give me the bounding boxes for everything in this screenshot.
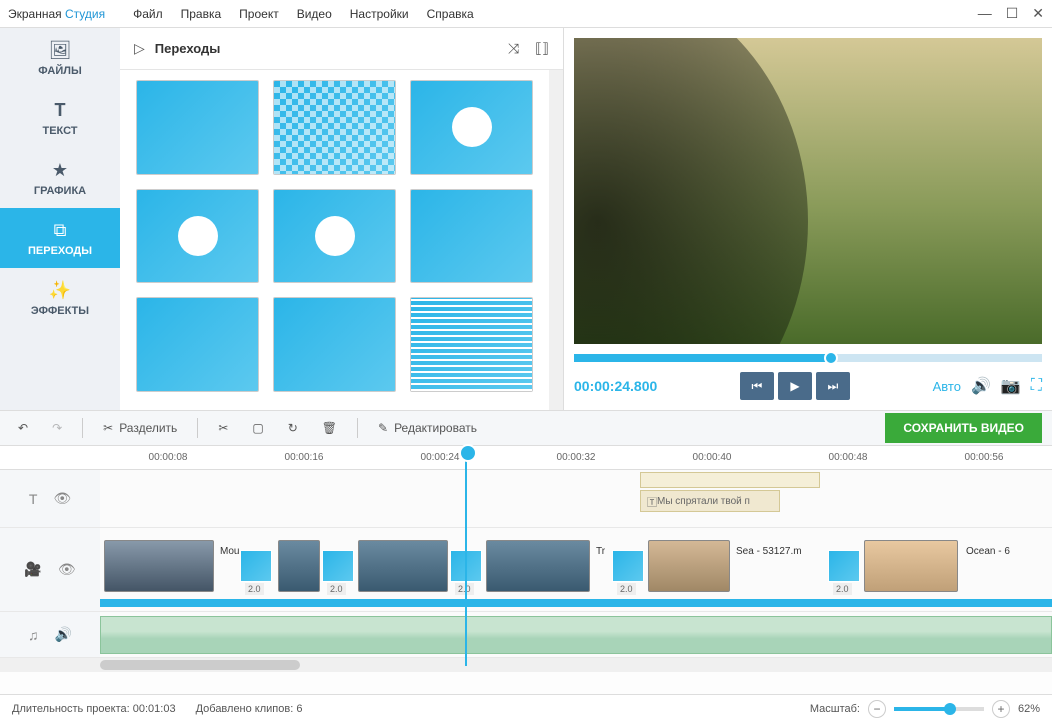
panel-title: Переходы xyxy=(155,41,221,56)
sidebar-item-graphics[interactable]: ★ ГРАФИКА xyxy=(0,148,120,208)
volume-icon[interactable]: 🔊 xyxy=(971,376,991,396)
zoom-value: 62% xyxy=(1018,703,1040,715)
redo-button[interactable]: ↷ xyxy=(44,417,70,439)
playhead[interactable] xyxy=(465,446,467,666)
menu-help[interactable]: Справка xyxy=(427,7,474,21)
transitions-grid xyxy=(120,70,549,410)
zoom-out-button[interactable]: − xyxy=(868,700,886,718)
menubar: Файл Правка Проект Видео Настройки Справ… xyxy=(133,7,474,21)
transition-marker[interactable]: 2.0 xyxy=(240,550,272,582)
visibility-icon[interactable]: 👁 xyxy=(58,561,76,578)
toolbar: ↶ ↷ ✂ Разделить ✂ ▢ ↻ 🗑 ✎ Редактировать … xyxy=(0,410,1052,446)
timeline-ruler[interactable]: 00:00:08 00:00:16 00:00:24 00:00:32 00:0… xyxy=(0,446,1052,470)
menu-file[interactable]: Файл xyxy=(133,7,163,21)
transition-thumb[interactable] xyxy=(273,189,396,284)
preview-video[interactable] xyxy=(574,38,1042,344)
text-track-icon[interactable]: T xyxy=(29,491,38,507)
maximize-button[interactable]: ☐ xyxy=(1006,5,1019,22)
snapshot-icon[interactable]: 📷 xyxy=(1001,376,1021,396)
menu-edit[interactable]: Правка xyxy=(181,7,222,21)
timeline: 00:00:08 00:00:16 00:00:24 00:00:32 00:0… xyxy=(0,446,1052,694)
video-clip[interactable] xyxy=(648,540,730,592)
save-video-button[interactable]: СОХРАНИТЬ ВИДЕО xyxy=(885,413,1042,443)
transitions-panel: ▷ Переходы ⤨ ⟦⟧ xyxy=(120,28,564,410)
preview-timecode: 00:00:24.800 xyxy=(574,378,657,394)
video-clip[interactable] xyxy=(486,540,590,592)
play-button[interactable]: ▶ xyxy=(778,372,812,400)
fullscreen-icon[interactable]: ⛶ xyxy=(1031,377,1042,395)
prev-button[interactable]: ⏮ xyxy=(740,372,774,400)
crop-button[interactable]: ▢ xyxy=(244,417,271,439)
zoom-slider[interactable] xyxy=(894,707,984,711)
transition-thumb[interactable] xyxy=(136,80,259,175)
transitions-icon: ⧉ xyxy=(54,220,67,241)
camera-icon[interactable]: 🎥 xyxy=(24,561,41,578)
sidebar: 🖼 ФАЙЛЫ T ТЕКСТ ★ ГРАФИКА ⧉ ПЕРЕХОДЫ ✨ Э… xyxy=(0,28,120,410)
timeline-scrollbar[interactable] xyxy=(0,658,1052,672)
minimize-button[interactable]: — xyxy=(978,5,992,22)
speaker-icon[interactable]: 🔊 xyxy=(55,626,72,643)
video-clip[interactable] xyxy=(864,540,958,592)
text-clip[interactable]: 🅃 Мы спрятали твой п xyxy=(640,490,780,512)
video-clip[interactable] xyxy=(104,540,214,592)
sparkle-icon: ✨ xyxy=(49,280,71,301)
preview-seekbar[interactable] xyxy=(574,354,1042,362)
clips-count: Добавлено клипов: 6 xyxy=(196,703,303,715)
sidebar-item-transitions[interactable]: ⧉ ПЕРЕХОДЫ xyxy=(0,208,120,268)
menu-video[interactable]: Видео xyxy=(297,7,332,21)
visibility-icon[interactable]: 👁 xyxy=(53,490,71,507)
cut-button[interactable]: ✂ xyxy=(210,417,236,439)
sidebar-item-files[interactable]: 🖼 ФАЙЛЫ xyxy=(0,28,120,88)
app-title: Экранная Студия xyxy=(8,7,105,21)
video-clip[interactable] xyxy=(278,540,320,592)
transition-thumb[interactable] xyxy=(410,297,533,392)
split-button[interactable]: ✂ Разделить xyxy=(95,417,185,439)
apply-all-icon[interactable]: ⟦⟧ xyxy=(535,40,549,57)
transition-marker[interactable]: 2.0 xyxy=(612,550,644,582)
star-icon: ★ xyxy=(52,160,68,181)
video-clip[interactable] xyxy=(358,540,448,592)
transition-thumb[interactable] xyxy=(136,189,259,284)
image-icon: 🖼 xyxy=(49,40,72,61)
transition-thumb[interactable] xyxy=(136,297,259,392)
transition-thumb[interactable] xyxy=(410,80,533,175)
undo-button[interactable]: ↶ xyxy=(10,417,36,439)
transition-marker[interactable]: 2.0 xyxy=(828,550,860,582)
video-track-head: 🎥 👁 xyxy=(0,528,100,611)
zoom-label: Масштаб: xyxy=(810,703,860,715)
menu-settings[interactable]: Настройки xyxy=(350,7,409,21)
zoom-in-button[interactable]: + xyxy=(992,700,1010,718)
transition-thumb[interactable] xyxy=(410,189,533,284)
menu-project[interactable]: Проект xyxy=(239,7,279,21)
edit-button[interactable]: ✎ Редактировать xyxy=(370,417,485,439)
close-button[interactable]: ✕ xyxy=(1032,5,1044,22)
music-icon[interactable]: ♫ xyxy=(28,627,39,643)
transition-marker[interactable]: 2.0 xyxy=(322,550,354,582)
text-clip[interactable] xyxy=(640,472,820,488)
preview-panel: 00:00:24.800 ⏮ ▶ ⏭ Авто 🔊 📷 ⛶ xyxy=(564,28,1052,410)
play-outline-icon: ▷ xyxy=(134,40,145,57)
scrollbar[interactable] xyxy=(549,70,563,410)
rotate-button[interactable]: ↻ xyxy=(280,417,306,439)
sidebar-item-effects[interactable]: ✨ ЭФФЕКТЫ xyxy=(0,268,120,328)
statusbar: Длительность проекта: 00:01:03 Добавлено… xyxy=(0,694,1052,722)
project-duration: Длительность проекта: 00:01:03 xyxy=(12,703,176,715)
video-track-bar xyxy=(100,599,1052,607)
transition-thumb[interactable] xyxy=(273,80,396,175)
audio-clip[interactable] xyxy=(100,616,1052,654)
next-button[interactable]: ⏭ xyxy=(816,372,850,400)
auto-label[interactable]: Авто xyxy=(933,379,961,394)
delete-button[interactable]: 🗑 xyxy=(314,417,345,439)
transition-thumb[interactable] xyxy=(273,297,396,392)
text-track-head: T 👁 xyxy=(0,470,100,527)
audio-track-head: ♫ 🔊 xyxy=(0,612,100,657)
text-icon: T xyxy=(55,100,66,121)
shuffle-icon[interactable]: ⤨ xyxy=(508,40,519,57)
sidebar-item-text[interactable]: T ТЕКСТ xyxy=(0,88,120,148)
